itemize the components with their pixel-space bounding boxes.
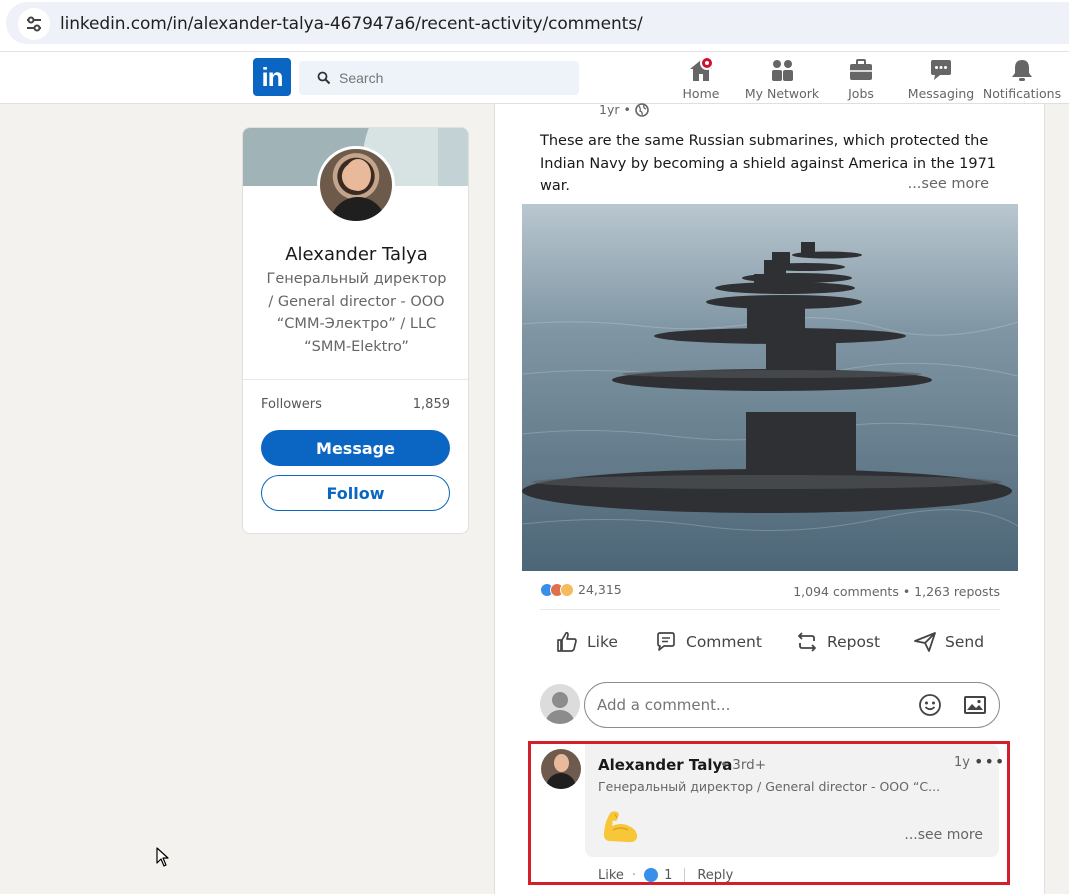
mouse-cursor-icon <box>156 847 169 867</box>
send-icon <box>914 632 936 652</box>
post-reactions-row: 24,315 1,094 comments • 1,263 reposts <box>540 582 1000 602</box>
emoji-icon[interactable] <box>918 693 942 717</box>
image-icon[interactable] <box>963 694 987 716</box>
url-text[interactable]: linkedin.com/in/alexander-talya-467947a6… <box>60 14 643 34</box>
comment-see-more-link[interactable]: ...see more <box>904 827 983 843</box>
messaging-icon <box>931 60 951 80</box>
bell-icon <box>1012 60 1032 81</box>
post-action-bar: Like Comment Repost Send <box>540 624 1000 660</box>
send-button[interactable]: Send <box>913 624 984 660</box>
comment-button-label: Comment <box>686 633 762 651</box>
nav-messaging[interactable]: Messaging <box>906 56 976 102</box>
profile-card: Alexander Talya Генеральный директор / G… <box>242 127 469 534</box>
separator-dot: · <box>631 867 637 883</box>
search-icon <box>317 71 331 85</box>
reaction-summary[interactable]: 24,315 <box>540 582 622 597</box>
comment-author-name[interactable]: Alexander Talya <box>598 756 732 774</box>
nav-messaging-label: Messaging <box>907 86 975 101</box>
nav-my-network-label: My Network <box>744 86 820 101</box>
followers-count: 1,859 <box>412 397 450 412</box>
comment-button[interactable]: Comment <box>654 624 762 660</box>
divider <box>684 868 686 882</box>
people-icon <box>772 60 793 81</box>
followers-label: Followers <box>261 397 322 412</box>
reply-button[interactable]: Reply <box>697 868 733 883</box>
linkedin-top-nav: in Home My Network <box>0 52 1069 104</box>
post-image-submarines[interactable] <box>522 204 1018 571</box>
insightful-reaction-icon <box>560 582 574 597</box>
comment-bubble: Alexander Talya • 3rd+ 1y ••• Генеральны… <box>585 744 1004 857</box>
nav-jobs[interactable]: Jobs <box>838 56 884 102</box>
flexed-biceps-emoji-icon <box>603 811 638 843</box>
connection-degree: • 3rd+ <box>720 757 767 773</box>
repost-button[interactable]: Repost <box>795 624 880 660</box>
linkedin-logo[interactable]: in <box>253 58 291 96</box>
post-meta: 1yr • <box>599 102 649 117</box>
comment-more-options-icon[interactable]: ••• <box>974 752 1005 771</box>
profile-name[interactable]: Alexander Talya <box>243 244 468 265</box>
comment-actions: Like · 1 Reply <box>598 866 733 884</box>
post-see-more-link[interactable]: ...see more <box>903 176 989 192</box>
activity-feed: 1yr • These are the same Russian submari… <box>494 102 1045 894</box>
repost-icon <box>798 632 816 652</box>
message-button[interactable]: Message <box>261 430 450 466</box>
reaction-count: 24,315 <box>578 582 622 597</box>
comment-author-headline: Генеральный директор / General director … <box>598 779 941 794</box>
send-button-label: Send <box>945 633 985 651</box>
profile-avatar[interactable] <box>317 146 395 224</box>
search-input[interactable] <box>339 68 559 88</box>
comment-author-avatar[interactable] <box>541 749 581 789</box>
viewer-avatar <box>540 684 580 724</box>
notification-badge <box>700 56 714 70</box>
search-box[interactable] <box>299 61 579 95</box>
follow-button[interactable]: Follow <box>261 475 450 511</box>
site-info-icon[interactable] <box>18 8 50 40</box>
divider <box>243 379 468 380</box>
nav-my-network[interactable]: My Network <box>742 56 822 102</box>
like-button[interactable]: Like <box>555 624 618 660</box>
highlighted-comment: Alexander Talya • 3rd+ 1y ••• Генеральны… <box>528 741 1010 885</box>
post-stats[interactable]: 1,094 comments • 1,263 reposts <box>793 584 1000 599</box>
post-time: 1yr • <box>599 102 631 117</box>
address-bar[interactable]: linkedin.com/in/alexander-talya-467947a6… <box>6 2 1069 44</box>
comment-like-button[interactable]: Like <box>598 868 624 883</box>
nav-jobs-label: Jobs <box>848 86 874 101</box>
comment-icon <box>657 632 675 651</box>
briefcase-icon <box>850 59 872 80</box>
nav-home-label: Home <box>682 86 720 101</box>
add-comment-input[interactable] <box>597 695 897 715</box>
comment-like-count[interactable]: 1 <box>664 868 672 883</box>
comment-composer[interactable] <box>584 682 1000 728</box>
globe-icon <box>635 102 649 117</box>
comment-like-reaction-icon <box>644 868 659 882</box>
divider <box>540 609 1000 610</box>
like-button-label: Like <box>587 633 618 651</box>
nav-home[interactable]: Home <box>674 56 728 102</box>
browser-toolbar: linkedin.com/in/alexander-talya-467947a6… <box>0 0 1069 52</box>
nav-notifications-label: Notifications <box>982 86 1062 101</box>
nav-notifications[interactable]: Notifications <box>982 56 1062 102</box>
thumbs-up-icon <box>557 631 577 652</box>
comment-time: 1y <box>954 755 970 770</box>
repost-button-label: Repost <box>827 633 881 651</box>
profile-headline: Генеральный директор / General director … <box>266 271 447 355</box>
